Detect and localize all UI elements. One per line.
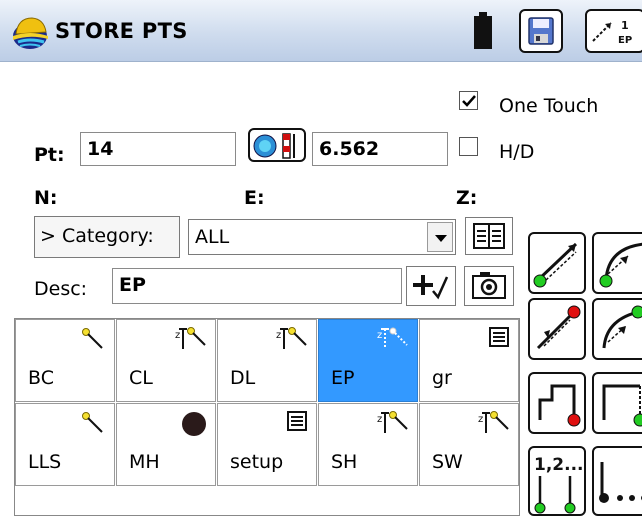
code-label: gr: [432, 367, 452, 389]
hard-hat-logo-icon: [13, 17, 48, 49]
sequence-icon: 1,2...: [534, 455, 584, 514]
code-button-mh[interactable]: MH: [116, 403, 216, 486]
category-select[interactable]: ALL: [188, 219, 456, 255]
chevron-down-icon[interactable]: [427, 222, 453, 252]
code-button-dl[interactable]: z DL: [217, 319, 317, 402]
pt-input[interactable]: 14: [80, 132, 236, 166]
code-button-sh[interactable]: z SH: [318, 403, 418, 486]
code-button-lls[interactable]: LLS: [15, 403, 115, 486]
code-label: CL: [129, 367, 153, 389]
save-button[interactable]: [519, 9, 563, 53]
camera-icon: [472, 272, 506, 299]
code-button-gr[interactable]: gr: [419, 319, 519, 402]
code-button-cl[interactable]: z CL: [116, 319, 216, 402]
store-ep-button[interactable]: 1 EP: [585, 9, 642, 53]
svg-text:z: z: [175, 330, 180, 341]
store-pts-screen: STORE PTS 1 EP One Touch H/D Pt: 14 6.56…: [0, 0, 642, 516]
arc-continue-button[interactable]: [592, 298, 642, 360]
elevation-label: Z:: [456, 187, 478, 209]
svg-text:z: z: [377, 330, 382, 341]
code-label: EP: [331, 367, 355, 389]
point-icon: [82, 412, 103, 433]
code-label: DL: [230, 367, 256, 389]
code-label: SW: [432, 451, 463, 473]
code-button-ep[interactable]: z EP: [318, 319, 418, 402]
arc-store-button[interactable]: [592, 232, 642, 294]
code-label: MH: [129, 451, 160, 473]
app-title: STORE PTS: [55, 19, 188, 43]
svg-text:EP: EP: [618, 35, 632, 46]
rod-height-icon: [253, 133, 295, 159]
sequence-button[interactable]: 1,2...: [528, 446, 586, 516]
desc-input[interactable]: EP: [112, 268, 402, 304]
rod-point-icon: z: [377, 411, 408, 433]
rod-point-icon: z: [478, 411, 509, 433]
store-ep-icon: 1 EP: [592, 19, 632, 46]
code-label: LLS: [28, 451, 62, 473]
northing-label: N:: [34, 187, 58, 209]
rod-point-icon: z: [175, 327, 206, 349]
note-icon: [489, 327, 509, 347]
category-list-button[interactable]: [465, 217, 513, 255]
code-list-icon: [473, 223, 505, 249]
point-icon: [82, 328, 103, 349]
rod-height-button[interactable]: [248, 128, 306, 162]
code-label: SH: [331, 451, 358, 473]
line-end-icon: [536, 305, 581, 350]
rect-figure-button[interactable]: [592, 372, 642, 434]
battery-icon: [474, 12, 492, 49]
arc-start-icon: [599, 242, 642, 288]
more-points-icon: [599, 462, 642, 503]
category-selected-value: ALL: [195, 226, 230, 248]
one-touch-label: One Touch: [499, 95, 599, 117]
code-grid: BC z CL z DL z EP gr LLS MH setup z SH z…: [14, 318, 520, 516]
line-end-button[interactable]: [528, 298, 586, 360]
svg-text:1: 1: [621, 19, 629, 32]
close-figure-icon: [538, 384, 581, 427]
svg-text:z: z: [478, 414, 483, 425]
add-code-button[interactable]: [406, 266, 456, 306]
close-figure-button[interactable]: [528, 372, 586, 434]
manhole-icon: [182, 412, 206, 436]
line-start-icon: [533, 242, 578, 288]
save-disk-icon: [528, 17, 554, 45]
code-label: BC: [28, 367, 54, 389]
title-bar: STORE PTS 1 EP: [0, 0, 642, 62]
desc-label: Desc:: [34, 278, 88, 300]
rect-figure-icon: [602, 384, 642, 427]
hd-checkbox[interactable]: [459, 137, 478, 156]
pt-label: Pt:: [34, 144, 65, 166]
checkmark-icon: [462, 95, 476, 107]
sequence-text: 1,2...: [534, 455, 584, 475]
rod-point-icon: z: [377, 327, 408, 349]
easting-label: E:: [244, 187, 265, 209]
rod-point-icon: z: [276, 327, 307, 349]
svg-text:z: z: [276, 330, 281, 341]
camera-button[interactable]: [464, 266, 514, 306]
code-button-bc[interactable]: BC: [15, 319, 115, 402]
code-button-setup[interactable]: setup: [217, 403, 317, 486]
code-label: setup: [230, 451, 284, 473]
arc-continue-icon: [602, 305, 642, 349]
category-button[interactable]: > Category:: [34, 216, 180, 258]
more-points-button[interactable]: [592, 446, 642, 516]
note-icon: [287, 411, 307, 431]
svg-text:z: z: [377, 414, 382, 425]
rod-height-input[interactable]: 6.562: [312, 132, 448, 166]
add-check-icon: [413, 275, 449, 300]
line-store-button[interactable]: [528, 232, 586, 294]
hd-label: H/D: [499, 141, 535, 163]
code-button-sw[interactable]: z SW: [419, 403, 519, 486]
one-touch-checkbox[interactable]: [459, 91, 478, 110]
